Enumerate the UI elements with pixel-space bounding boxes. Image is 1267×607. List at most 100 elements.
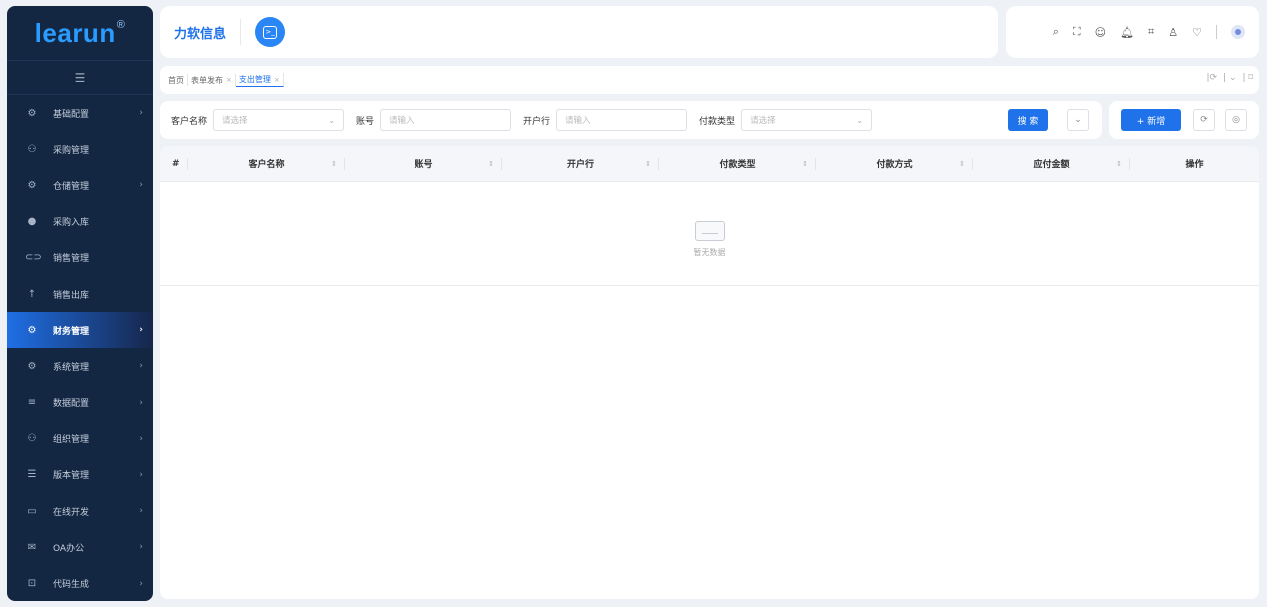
sidebar-menu: ⚙ 基础配置 › ⚇ 采购管理 ⚙ 仓储管理 › ● 采购入库 ⊂⊃ 销售管理 ↑ 销售出库 ⚙ 财务管理 › ⚙… [7,95,153,601]
sidebar-item-label: 仓储管理 [53,181,90,192]
paytype-placeholder: 请选择 [750,116,776,126]
chevron-right-icon: › [139,433,143,444]
sidebar-item-label: 代码生成 [53,580,90,591]
user-icon[interactable]: ♙ [1168,26,1178,39]
chevron-down-icon: ⌄ [328,115,336,125]
sidebar-item[interactable]: ● 采购入库 [7,204,153,240]
tab-expense-management[interactable]: 支出管理 × [235,73,284,87]
empty-text: 暂无数据 [693,248,726,257]
menu-icon: ☰ [27,469,37,481]
header: 力软信息 >_ [160,6,998,58]
chevron-down-icon: ⌄ [1074,115,1082,125]
pin-icon[interactable]: | ⌑ [1242,73,1253,83]
sidebar-item[interactable]: ⚙ 系统管理 › [7,348,153,384]
chevron-right-icon: › [139,361,143,372]
chevron-right-icon: › [139,397,143,408]
column-header[interactable]: 应付金额 ⇕ [973,146,1130,181]
gear-icon: ⚙ [27,107,37,119]
sidebar-item-label: 采购管理 [53,145,90,156]
shirt-icon[interactable]: ♡ [1192,26,1202,39]
chevron-right-icon: › [139,542,143,553]
column-header[interactable]: 账号 ⇕ [345,146,502,181]
fullscreen-icon[interactable]: ⛶ [1073,25,1081,39]
account-input[interactable]: 请输入 [380,109,512,131]
close-icon[interactable]: × [226,76,232,84]
column-header[interactable]: 操作 [1130,146,1259,181]
sidebar-item-label: 基础配置 [53,109,90,120]
sort-icon[interactable]: ⇕ [802,160,808,168]
sidebar-item[interactable]: ↑ 销售出库 [7,276,153,312]
gear-icon: ⚙ [27,324,37,336]
sort-icon[interactable]: ⇕ [331,160,337,168]
column-header[interactable]: # [160,146,188,181]
data-table: # 客户名称 ⇕ 账号 ⇕ 开户行 ⇕ 付款类型 ⇕ 付款方式 ⇕ 应付金额 ⇕ 操作 暂无数据 [160,146,1259,599]
sidebar-item[interactable]: ⚙ 基础配置 › [7,95,153,131]
chevron-right-icon: › [139,506,143,517]
column-header[interactable]: 付款方式 ⇕ [816,146,973,181]
refresh-button[interactable]: ⟳ [1193,109,1215,131]
sort-icon[interactable]: ⇕ [959,160,965,168]
empty-box-icon [694,221,725,241]
sidebar-item[interactable]: ⚙ 仓储管理 › [7,167,153,203]
menu-fold-icon[interactable]: ☰ [7,60,153,95]
bell-icon[interactable]: 🔔︎ [1120,26,1134,39]
paytype-select[interactable]: 请选择 ⌄ [741,109,873,131]
monitor-icon: ▭ [27,505,37,517]
sidebar-item[interactable]: ⚇ 采购管理 [7,131,153,167]
logo: learun ® [7,6,153,60]
column-header[interactable]: 开户行 ⇕ [502,146,659,181]
empty-state: 暂无数据 [160,182,1259,286]
sort-icon[interactable]: ⇕ [488,160,494,168]
column-header[interactable]: 付款类型 ⇕ [659,146,816,181]
terminal-icon[interactable]: >_ [255,17,286,47]
add-button[interactable]: + 新增 [1121,109,1181,131]
sidebar-item[interactable]: ⊡ 代码生成 › [7,565,153,601]
logo-mark: ® [116,19,126,31]
settings-icon: ◎ [1232,115,1240,125]
customer-select[interactable]: 请选择 ⌄ [213,109,345,131]
sidebar-item[interactable]: ⚇ 组织管理 › [7,421,153,457]
refresh-icon[interactable]: |⟳ [1206,73,1217,83]
expand-filter-button[interactable]: ⌄ [1067,109,1089,131]
customer-placeholder: 请选择 [222,116,248,126]
sidebar-item-label: 组织管理 [53,435,90,446]
settings-button[interactable]: ◎ [1225,109,1247,131]
sidebar-item[interactable]: ▭ 在线开发 › [7,493,153,529]
gear-icon: ⚙ [27,360,37,372]
chevron-down-icon[interactable]: | ⌄ [1223,73,1236,83]
tab-home[interactable]: 首页 [165,74,188,86]
sidebar-item[interactable]: ⊂⊃ 销售管理 [7,240,153,276]
sidebar-item-label: 财务管理 [53,326,90,337]
sidebar-item[interactable]: ✉ OA办公 › [7,529,153,565]
sidebar-item-label: OA办公 [53,543,85,554]
tab-label: 支出管理 [238,75,271,84]
search-button[interactable]: 搜 索 [1008,109,1048,131]
sort-icon[interactable]: ⇕ [645,160,651,168]
sidebar: learun ® ☰ ⚙ 基础配置 › ⚇ 采购管理 ⚙ 仓储管理 › ● 采购入库 ⊂⊃ 销售管理 ↑ 销… [7,6,153,601]
sidebar-item[interactable]: ☰ 版本管理 › [7,457,153,493]
bank-input[interactable]: 请输入 [556,109,688,131]
search-icon[interactable]: ⌕ [1053,25,1059,39]
close-icon[interactable]: × [274,76,280,84]
sidebar-item-label: 系统管理 [53,362,90,373]
sidebar-item[interactable]: ⚙ 财务管理 › [7,312,153,349]
org-icon: ⚇ [27,433,37,445]
sidebar-item[interactable]: ≡ 数据配置 › [7,385,153,421]
bank-placeholder: 请输入 [565,116,591,126]
sidebar-item-label: 销售出库 [53,290,90,301]
customer-label: 客户名称 [171,116,208,127]
sidebar-item-label: 销售管理 [53,254,90,265]
chevron-right-icon: › [139,180,143,191]
translate-icon[interactable]: ⌗ [1148,25,1154,39]
account-placeholder: 请输入 [389,116,415,126]
sidebar-item-label: 数据配置 [53,399,90,410]
column-header-label: 客户名称 [248,160,285,170]
column-header[interactable]: 客户名称 ⇕ [188,146,345,181]
account-label: 账号 [356,116,375,127]
list-icon: ≡ [27,397,37,409]
tab-form-publish[interactable]: 表单发布 × [188,74,236,86]
tab-label: 首页 [168,75,184,85]
avatar[interactable] [1231,25,1245,39]
sort-icon[interactable]: ⇕ [1116,160,1122,168]
chat-icon[interactable]: ☺ [1095,26,1106,39]
